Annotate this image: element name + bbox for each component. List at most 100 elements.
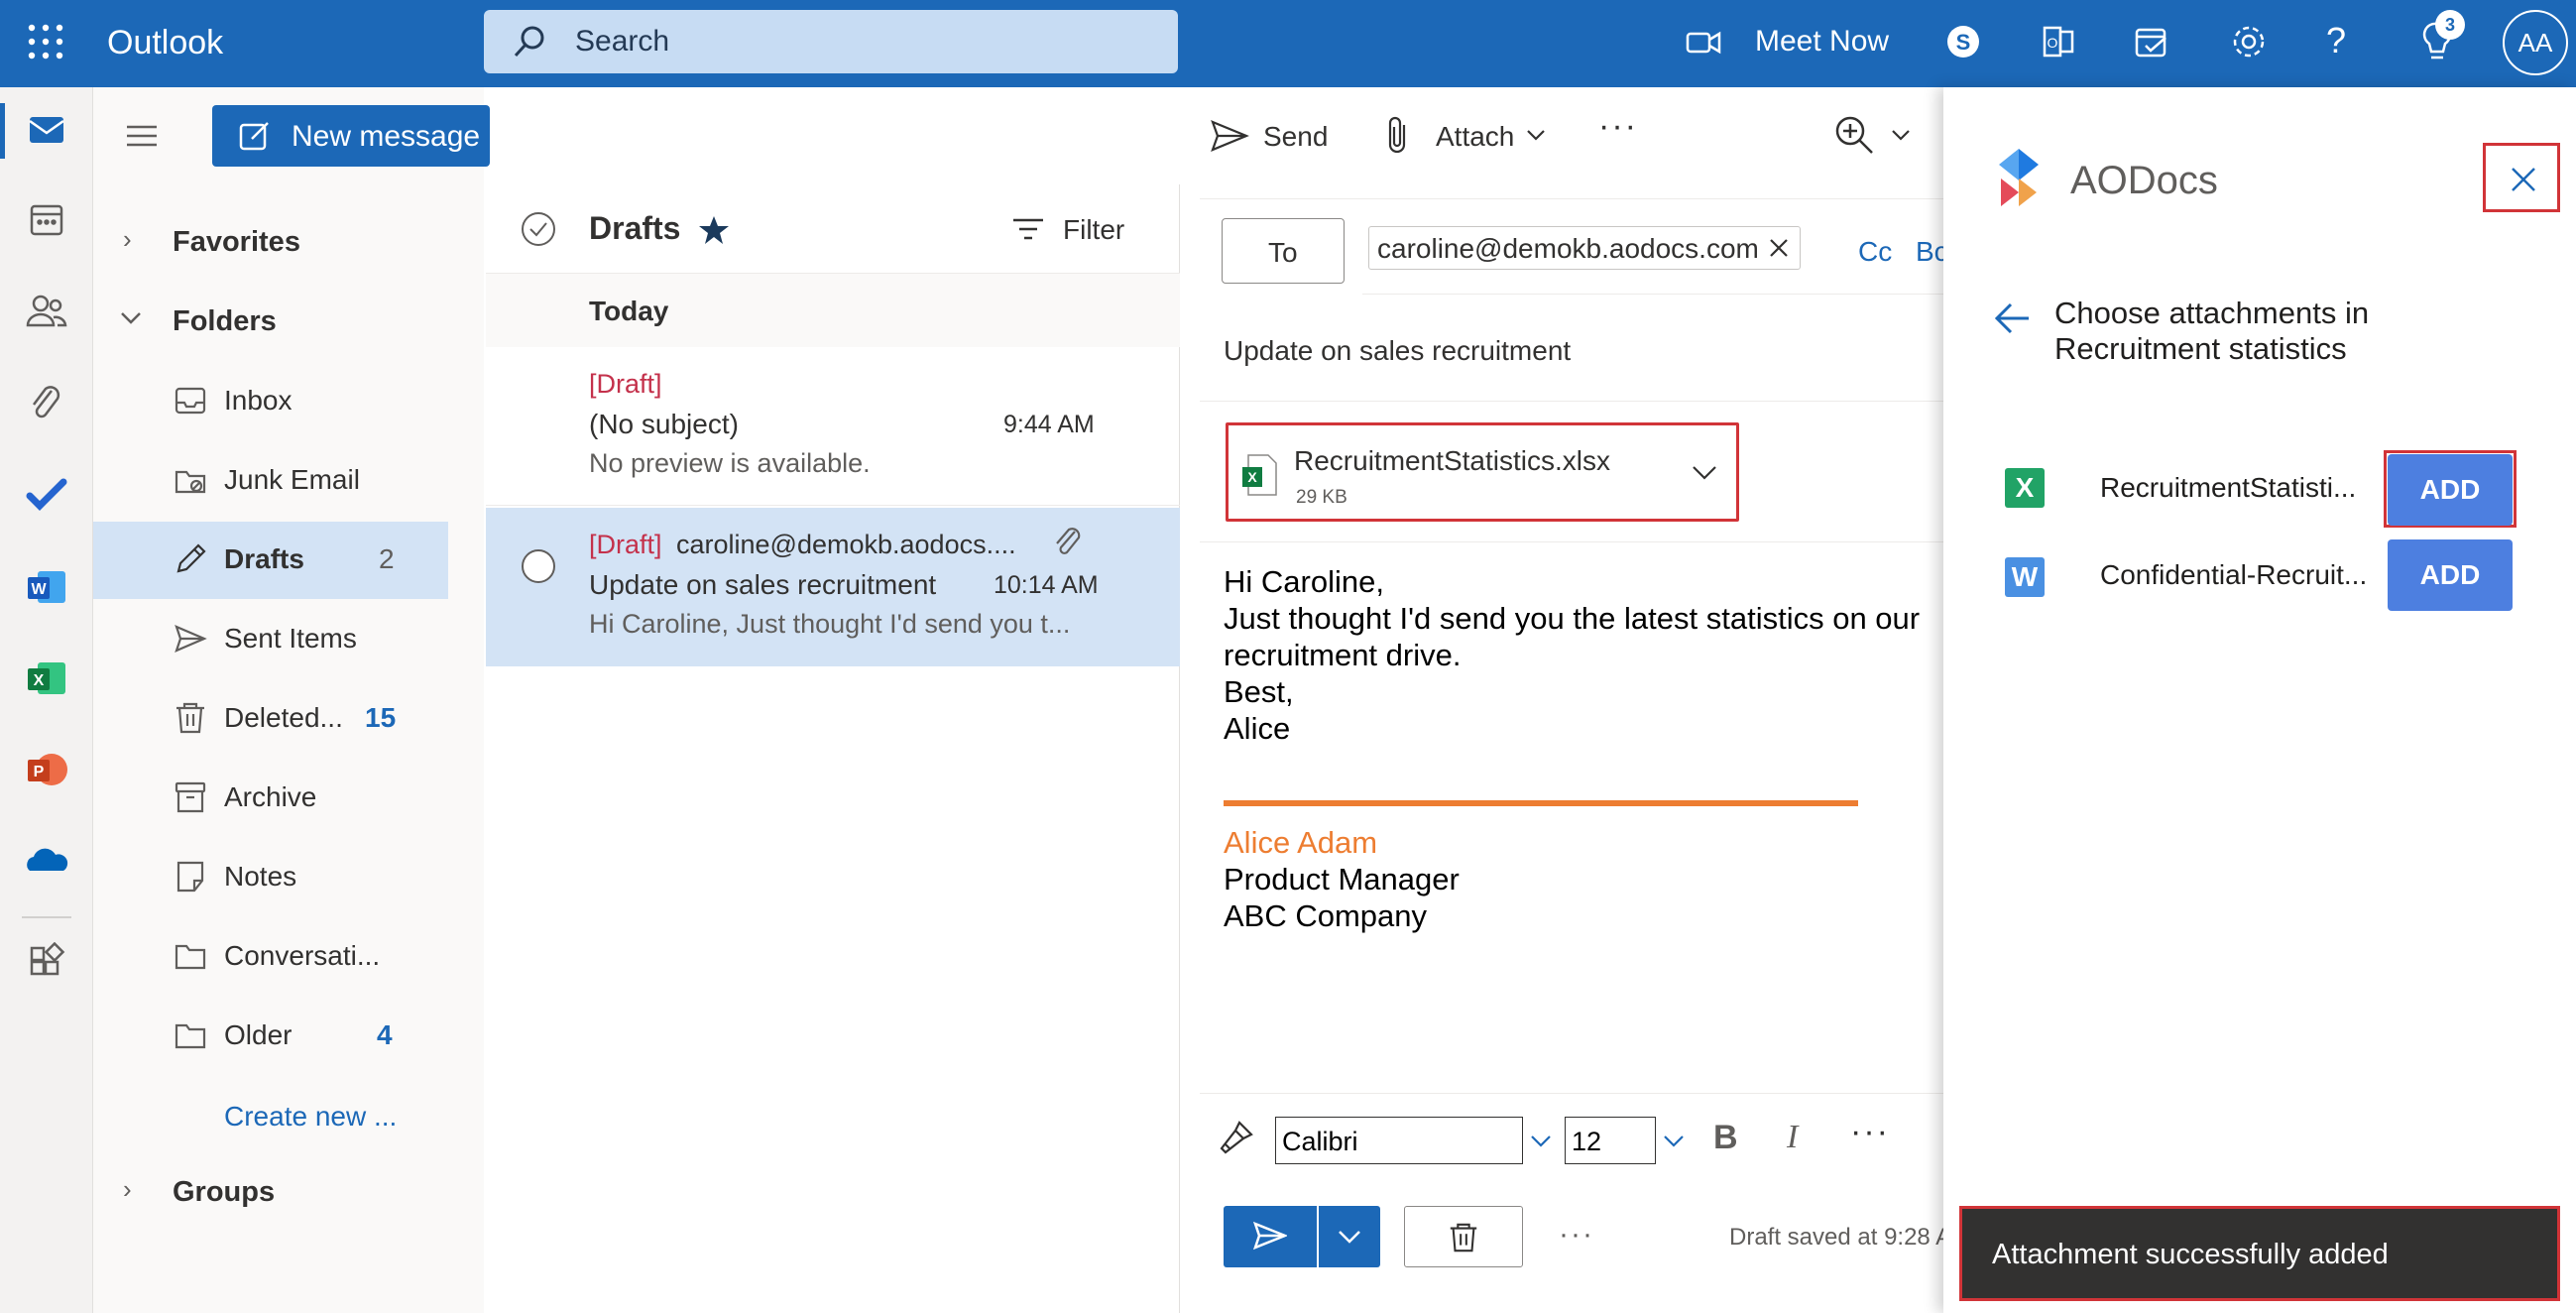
send-button[interactable]	[1224, 1206, 1317, 1267]
attachment-card[interactable]: X RecruitmentStatistics.xlsx 29 KB	[1226, 422, 1739, 522]
meet-now-button[interactable]: Meet Now	[1755, 25, 1889, 59]
skype-icon[interactable]: S	[1945, 24, 1981, 64]
folder-junk-email[interactable]: Junk Email	[93, 442, 448, 520]
chevron-down-icon[interactable]	[1529, 1133, 1553, 1155]
chevron-down-icon[interactable]	[1691, 463, 1718, 488]
hamburger-menu-icon[interactable]	[125, 121, 159, 156]
notification-badge: 3	[2435, 10, 2465, 40]
more-options-icon[interactable]: ···	[1598, 107, 1638, 146]
new-message-label: New message	[292, 120, 481, 153]
attach-button[interactable]: Attach	[1436, 121, 1514, 153]
file-row: W Confidential-Recruit... ADD	[1943, 537, 2576, 617]
folder-icon	[173, 938, 208, 981]
excel-file-icon: X	[1240, 453, 1280, 502]
message-from: caroline@demokb.aodocs....	[676, 530, 1016, 559]
send-options-button[interactable]	[1319, 1206, 1380, 1267]
body-line: Hi Caroline,	[1224, 564, 1384, 599]
svg-text:S: S	[1956, 30, 1971, 55]
filter-button[interactable]: Filter	[1063, 214, 1124, 246]
calendar-icon[interactable]	[22, 198, 71, 248]
calendar-check-icon[interactable]	[2132, 22, 2171, 66]
folder-count: 15	[365, 702, 397, 733]
trash-icon	[1447, 1221, 1480, 1259]
folder-label: Inbox	[224, 385, 293, 416]
new-message-button[interactable]: New message	[212, 105, 490, 167]
chevron-down-icon	[119, 307, 143, 332]
folder-deleted[interactable]: Deleted... 15	[93, 680, 448, 758]
more-format-icon[interactable]: ···	[1850, 1113, 1890, 1151]
recipient-chip[interactable]: caroline@demokb.aodocs.com	[1368, 226, 1801, 270]
svg-text:X: X	[1247, 469, 1257, 485]
folder-inbox[interactable]: Inbox	[93, 363, 448, 440]
onedrive-icon[interactable]	[22, 839, 71, 889]
bold-icon[interactable]: B	[1713, 1119, 1738, 1157]
app-launcher-icon[interactable]	[26, 22, 65, 61]
drafts-pencil-icon	[173, 541, 208, 584]
help-icon[interactable]: ?	[2326, 20, 2346, 61]
message-body[interactable]: Hi Caroline, Just thought I'd send you t…	[1224, 563, 1943, 1099]
create-new-folder-link[interactable]: Create new ...	[224, 1101, 397, 1133]
paperclip-icon[interactable]	[22, 381, 71, 430]
favorites-header[interactable]: › Favorites	[93, 206, 484, 276]
folder-label: Conversati...	[224, 940, 381, 971]
chevron-down-icon[interactable]	[1662, 1133, 1686, 1155]
mail-icon[interactable]	[22, 109, 71, 159]
excel-icon[interactable]: X	[22, 656, 71, 706]
folder-conversation-history[interactable]: Conversati...	[93, 918, 448, 996]
filter-icon[interactable]	[1011, 214, 1045, 249]
folder-notes[interactable]: Notes	[93, 839, 448, 916]
settings-gear-icon[interactable]	[2229, 22, 2269, 66]
office-icon[interactable]: O	[2039, 22, 2078, 66]
bcc-button[interactable]: Bc	[1916, 236, 1943, 268]
folder-sent-items[interactable]: Sent Items	[93, 601, 448, 678]
chevron-down-icon[interactable]	[1890, 127, 1912, 148]
format-painter-icon[interactable]	[1216, 1119, 1255, 1163]
app-name[interactable]: Outlook	[107, 24, 223, 62]
favorite-star-icon[interactable]	[698, 214, 730, 251]
close-icon	[2510, 166, 2537, 198]
folders-label: Folders	[173, 305, 277, 337]
font-size-input[interactable]: 12	[1565, 1117, 1656, 1164]
send-toolbar-button[interactable]: Send	[1263, 121, 1328, 153]
chevron-down-icon[interactable]	[1525, 127, 1547, 148]
remove-recipient-icon[interactable]	[1768, 237, 1790, 264]
to-field-divider	[1362, 294, 1943, 295]
folder-icon	[173, 1017, 208, 1060]
aodocs-logo-icon	[1997, 149, 2043, 213]
list-item-selected[interactable]: [Draft] caroline@demokb.aodocs.... Updat…	[486, 508, 1180, 666]
svg-text:P: P	[34, 764, 45, 780]
italic-icon[interactable]: I	[1787, 1119, 1798, 1156]
compose-toolbar: Send Attach ···	[1182, 87, 1943, 184]
subject-field[interactable]: Update on sales recruitment	[1224, 335, 1571, 367]
close-addin-button[interactable]	[2483, 143, 2560, 212]
folders-header[interactable]: Folders	[93, 288, 484, 357]
add-file-button[interactable]: ADD	[2388, 454, 2513, 526]
word-icon[interactable]: W	[22, 565, 71, 615]
more-actions-icon[interactable]: ···	[1559, 1218, 1594, 1252]
zoom-icon[interactable]	[1832, 113, 1876, 162]
font-name-value: Calibri	[1282, 1127, 1358, 1156]
folder-drafts[interactable]: Drafts 2	[93, 522, 448, 599]
discard-button[interactable]	[1404, 1206, 1523, 1267]
search-box[interactable]: Search	[484, 10, 1178, 73]
list-item[interactable]: [Draft] (No subject) 9:44 AM No preview …	[486, 347, 1180, 506]
people-icon[interactable]	[22, 290, 71, 339]
add-file-button[interactable]: ADD	[2388, 539, 2513, 611]
powerpoint-icon[interactable]: P	[22, 748, 71, 797]
subject-divider	[1200, 401, 1943, 402]
font-name-input[interactable]: Calibri	[1275, 1117, 1523, 1164]
select-radio-icon[interactable]	[520, 547, 557, 590]
cc-button[interactable]: Cc	[1858, 236, 1892, 268]
more-apps-icon[interactable]	[22, 941, 71, 992]
folder-older[interactable]: Older 4	[93, 998, 448, 1075]
todo-icon[interactable]	[22, 474, 71, 524]
video-icon[interactable]	[1686, 26, 1721, 64]
send-arrow-icon	[1252, 1220, 1289, 1256]
avatar[interactable]: AA	[2503, 10, 2568, 75]
select-all-checkbox-icon[interactable]	[520, 210, 557, 253]
to-button[interactable]: To	[1222, 218, 1345, 284]
message-subject: Update on sales recruitment	[589, 569, 937, 600]
folder-archive[interactable]: Archive	[93, 760, 448, 837]
groups-header[interactable]: › Groups	[93, 1160, 484, 1230]
back-arrow-icon[interactable]	[1993, 301, 2033, 340]
